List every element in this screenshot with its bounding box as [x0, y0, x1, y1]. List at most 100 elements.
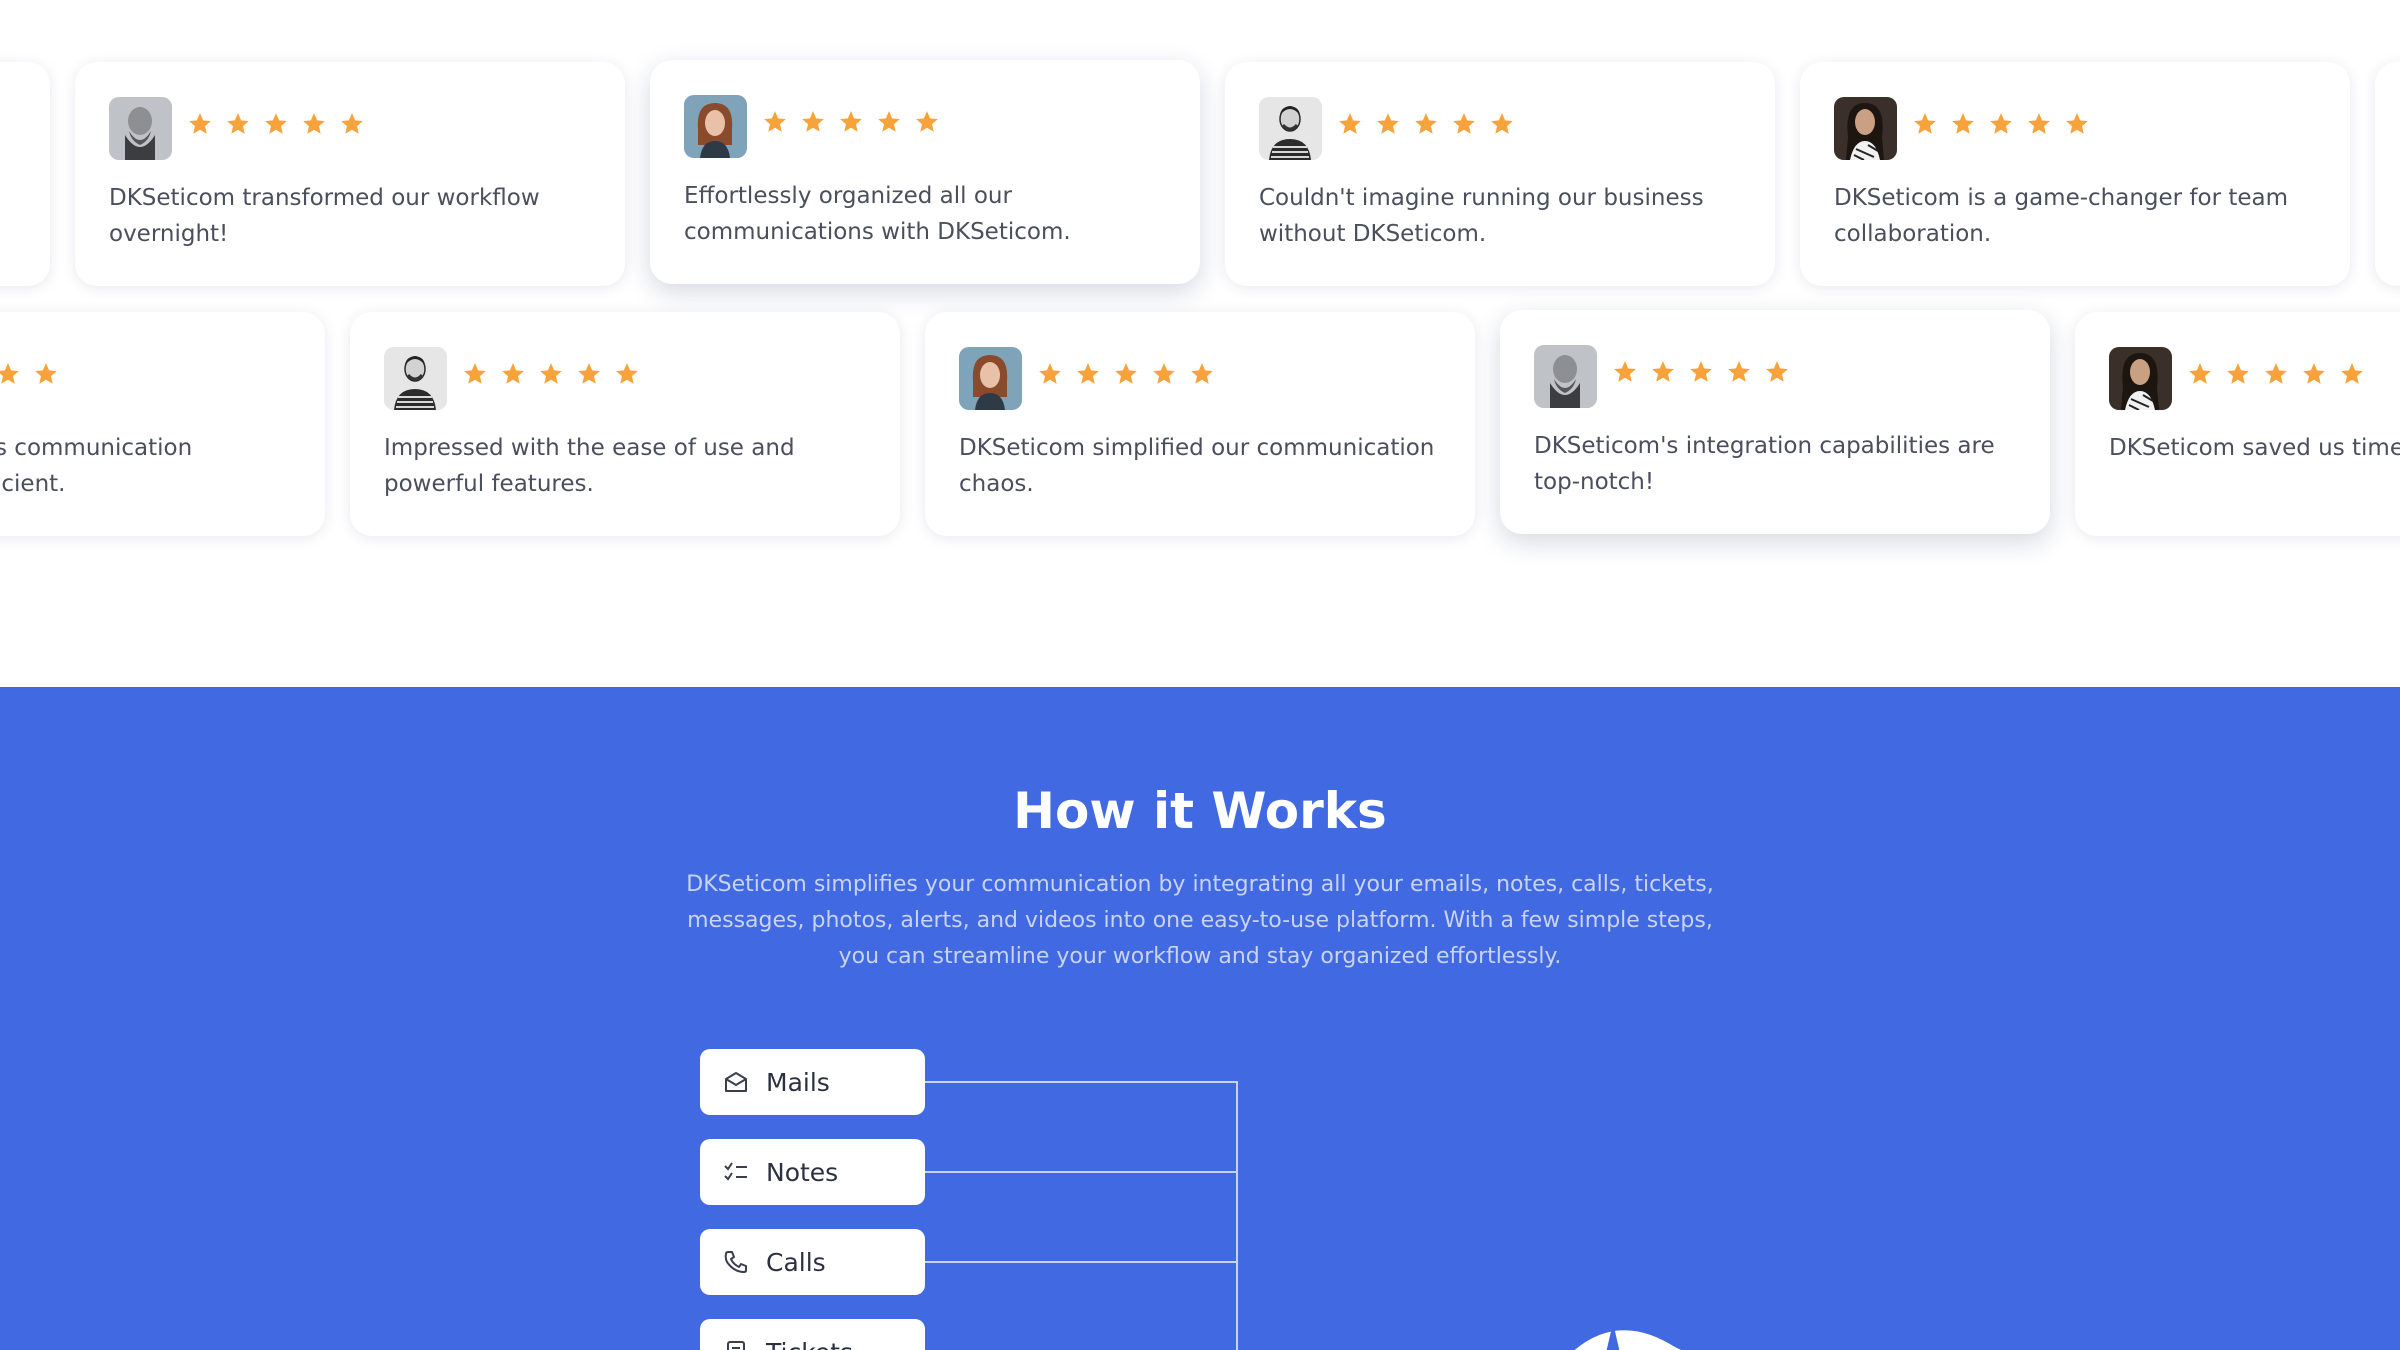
star-icon [538, 361, 564, 387]
phone-icon [722, 1248, 750, 1276]
bearded-man-avatar [109, 97, 172, 160]
checklist-icon [722, 1158, 750, 1186]
star-icon [2301, 361, 2327, 387]
star-icon [1489, 111, 1515, 137]
envelope-icon [722, 1068, 750, 1096]
man-striped-sweater-avatar [1259, 97, 1322, 160]
testimonial-quote: Couldn't imagine running our business wi… [1259, 185, 1704, 247]
star-icon [838, 109, 864, 135]
star-icon [1612, 359, 1638, 385]
testimonial-quote: s communication icient. [0, 435, 193, 497]
notes-channel-pill[interactable]: Notes [700, 1139, 925, 1205]
star-icon [914, 109, 940, 135]
star-icon [762, 109, 788, 135]
star-icon [263, 111, 289, 137]
star-icon [2064, 111, 2090, 137]
rating-stars [0, 361, 59, 395]
testimonial-card [2375, 62, 2400, 286]
testimonial-card: DKSeticom transformed our workflow overn… [75, 62, 625, 286]
pill-label: Notes [766, 1157, 839, 1187]
testimonial-card: DKSeticom simplified our communication c… [925, 312, 1475, 536]
tickets-channel-pill[interactable]: Tickets [700, 1319, 925, 1350]
star-icon [1151, 361, 1177, 387]
connector-line [925, 1171, 1238, 1173]
bearded-man-avatar [1534, 345, 1597, 408]
testimonials-row: s communication icient. Impressed with t… [0, 310, 2400, 540]
testimonial-card: Effortlessly organized all our communica… [650, 60, 1200, 284]
testimonial-card: Couldn't imagine running our business wi… [1225, 62, 1775, 286]
red-haired-woman-avatar [959, 347, 1022, 410]
star-icon [1988, 111, 2014, 137]
star-icon [1950, 111, 1976, 137]
connector-line [925, 1261, 1238, 1263]
star-icon [500, 361, 526, 387]
star-icon [876, 109, 902, 135]
section-title: How it Works [1013, 782, 1387, 840]
testimonial-card [0, 62, 50, 286]
testimonials-section: DKSeticom transformed our workflow overn… [0, 0, 2400, 687]
star-icon [2339, 361, 2365, 387]
star-icon [225, 111, 251, 137]
testimonial-card: DKSeticom is a game-changer for team col… [1800, 62, 2350, 286]
testimonial-quote: DKSeticom simplified our communication c… [959, 435, 1435, 497]
mails-channel-pill[interactable]: Mails [700, 1049, 925, 1115]
star-icon [462, 361, 488, 387]
pill-label: Mails [766, 1067, 830, 1097]
star-icon [1650, 359, 1676, 385]
star-icon [1912, 111, 1938, 137]
rating-stars [187, 111, 365, 145]
star-icon [1688, 359, 1714, 385]
ticket-icon [722, 1338, 750, 1350]
rating-stars [1912, 111, 2090, 145]
red-haired-woman-avatar [684, 95, 747, 158]
star-icon [2026, 111, 2052, 137]
star-icon [187, 111, 213, 137]
calls-channel-pill[interactable]: Calls [700, 1229, 925, 1295]
dark-haired-woman-avatar [1834, 97, 1897, 160]
star-icon [1764, 359, 1790, 385]
star-icon [1075, 361, 1101, 387]
testimonial-quote: DKSeticom saved us time our efficiency. [2109, 435, 2400, 461]
man-striped-sweater-avatar [384, 347, 447, 410]
star-icon [1451, 111, 1477, 137]
star-icon [614, 361, 640, 387]
star-icon [1726, 359, 1752, 385]
testimonial-quote: Impressed with the ease of use and power… [384, 435, 795, 497]
star-icon [0, 361, 21, 387]
star-icon [1413, 111, 1439, 137]
star-icon [2263, 361, 2289, 387]
rating-stars [1612, 359, 1790, 393]
star-icon [1113, 361, 1139, 387]
testimonials-row: DKSeticom transformed our workflow overn… [0, 60, 2400, 290]
star-icon [1375, 111, 1401, 137]
star-icon [301, 111, 327, 137]
testimonial-card: s communication icient. [0, 312, 325, 536]
testimonial-quote: DKSeticom is a game-changer for team col… [1834, 185, 2289, 247]
testimonial-quote: DKSeticom's integration capabilities are… [1534, 433, 1995, 495]
star-icon [1337, 111, 1363, 137]
star-icon [2225, 361, 2251, 387]
testimonial-card: DKSeticom saved us time our efficiency. [2075, 312, 2400, 536]
star-icon [1189, 361, 1215, 387]
section-description: DKSeticom simplifies your communication … [686, 872, 1714, 969]
dark-haired-woman-avatar [2109, 347, 2172, 410]
connector-line [925, 1081, 1238, 1083]
testimonial-card: DKSeticom's integration capabilities are… [1500, 310, 2050, 534]
star-icon [800, 109, 826, 135]
rating-stars [1337, 111, 1515, 145]
star-icon [1037, 361, 1063, 387]
testimonial-quote: DKSeticom transformed our workflow overn… [109, 185, 540, 247]
connector-spine [1236, 1081, 1238, 1350]
pill-label: Tickets [766, 1338, 853, 1350]
hub-logo-icon [1574, 1323, 1681, 1350]
testimonial-quote: Effortlessly organized all our communica… [684, 183, 1071, 245]
rating-stars [762, 109, 940, 143]
testimonial-card: Impressed with the ease of use and power… [350, 312, 900, 536]
how-it-works-section: How it Works DKSeticom simplifies your c… [0, 687, 2400, 1350]
star-icon [576, 361, 602, 387]
star-icon [33, 361, 59, 387]
rating-stars [2187, 361, 2365, 395]
star-icon [339, 111, 365, 137]
rating-stars [1037, 361, 1215, 395]
star-icon [2187, 361, 2213, 387]
